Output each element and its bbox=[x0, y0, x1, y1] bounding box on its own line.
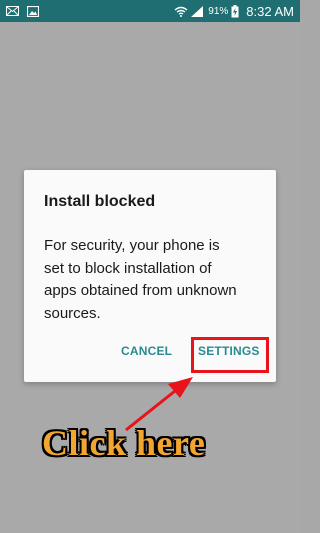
dialog-message-line: sources. bbox=[44, 304, 101, 322]
status-left bbox=[6, 5, 39, 17]
signal-icon bbox=[191, 5, 204, 17]
status-right: 91% 8:32 AM bbox=[174, 4, 294, 19]
wifi-icon bbox=[174, 6, 188, 17]
dialog-message-line: set to block installation of bbox=[44, 259, 212, 277]
cancel-button[interactable]: CANCEL bbox=[121, 344, 172, 358]
email-icon bbox=[6, 6, 19, 16]
dialog-message: For security, your phone is set to block… bbox=[44, 235, 266, 325]
settings-highlight-box bbox=[191, 337, 269, 373]
click-here-label: Click here bbox=[42, 423, 206, 463]
battery-percentage: 91% bbox=[208, 5, 229, 17]
clock: 8:32 AM bbox=[246, 3, 294, 19]
status-bar: 91% 8:32 AM bbox=[0, 0, 300, 22]
image-icon bbox=[27, 5, 39, 17]
dialog-message-line: For security, your phone is bbox=[44, 237, 220, 254]
battery-charging-icon bbox=[231, 4, 239, 18]
dialog-message-line: apps obtained from unknown bbox=[44, 282, 237, 299]
dialog-title: Install blocked bbox=[44, 193, 156, 210]
